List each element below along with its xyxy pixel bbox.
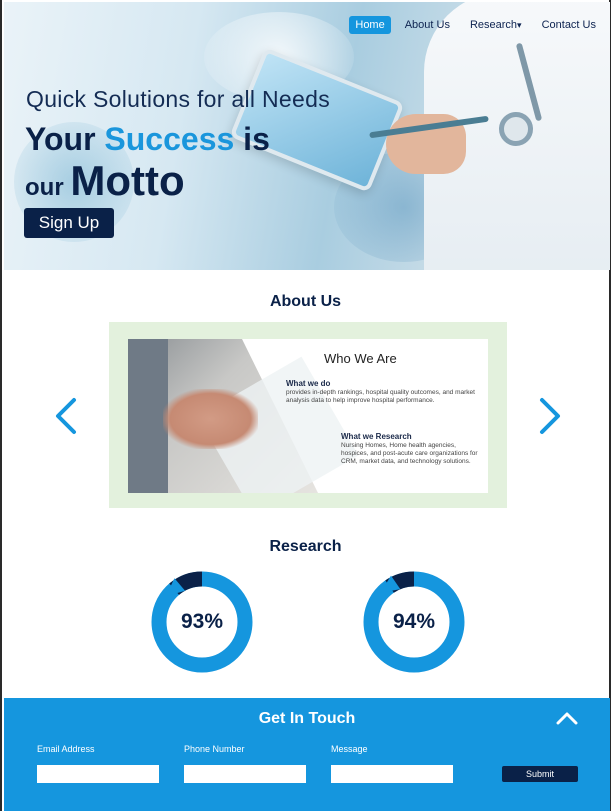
contact-footer: Get In Touch Email Address Phone Number …	[4, 698, 610, 811]
research-stat-value: 94%	[392, 610, 436, 633]
research-stat-value: 93%	[180, 610, 224, 633]
hero-tagline: Quick Solutions for all Needs	[26, 86, 331, 112]
nav-research-label: Research	[469, 19, 518, 31]
headline-text: is	[234, 121, 270, 157]
research-stat-ring: 94%	[362, 570, 466, 674]
what-we-do-title: What we do	[286, 379, 331, 388]
carousel-prev-chevron-left-icon[interactable]	[52, 396, 80, 436]
headline-text: our	[25, 174, 71, 201]
card-heading: Who We Are	[324, 351, 397, 366]
research-title: Research	[269, 538, 342, 555]
carousel-slide: Who We Are What we do provides in-depth …	[128, 339, 488, 493]
get-in-touch-title: Get In Touch	[258, 710, 356, 727]
headline-motto: Motto	[70, 157, 185, 204]
caret-down-icon: ▾	[517, 20, 522, 30]
scroll-to-top-chevron-up-icon[interactable]	[556, 710, 578, 726]
email-field[interactable]	[37, 765, 159, 783]
phone-field[interactable]	[184, 765, 306, 783]
phone-label: Phone Number	[184, 744, 245, 754]
hero-banner: Home About Us Research▾ Contact Us Quick…	[4, 2, 610, 270]
message-field[interactable]	[331, 765, 453, 783]
caring-hands-photo	[128, 339, 168, 493]
hero-headline: Your Success is our Motto	[25, 118, 270, 212]
email-label: Email Address	[37, 744, 95, 754]
nav-contact-us[interactable]: Contact Us	[536, 16, 602, 34]
research-stat-ring: 93%	[150, 570, 254, 674]
about-carousel: Who We Are What we do provides in-depth …	[109, 322, 507, 508]
page: Home About Us Research▾ Contact Us Quick…	[0, 0, 611, 811]
nav-about-us[interactable]: About Us	[399, 16, 456, 34]
sign-up-button[interactable]: Sign Up	[24, 208, 114, 238]
message-label: Message	[331, 744, 368, 754]
what-we-research-text: Nursing Homes, Home health agencies, hos…	[341, 442, 478, 465]
what-we-research-title: What we Research	[341, 432, 412, 441]
carousel-next-chevron-right-icon[interactable]	[536, 396, 564, 436]
submit-button[interactable]: Submit	[502, 766, 578, 782]
main-nav: Home About Us Research▾ Contact Us	[349, 16, 602, 34]
headline-accent: Success	[104, 121, 235, 157]
nav-research[interactable]: Research▾	[464, 16, 528, 34]
stethoscope-image	[499, 112, 533, 146]
what-we-do-text: provides in-depth rankings, hospital qua…	[286, 389, 475, 404]
nav-home[interactable]: Home	[349, 16, 391, 34]
about-us-title: About Us	[269, 293, 342, 310]
caring-hands-photo	[163, 389, 258, 449]
headline-text: Your	[25, 121, 105, 157]
